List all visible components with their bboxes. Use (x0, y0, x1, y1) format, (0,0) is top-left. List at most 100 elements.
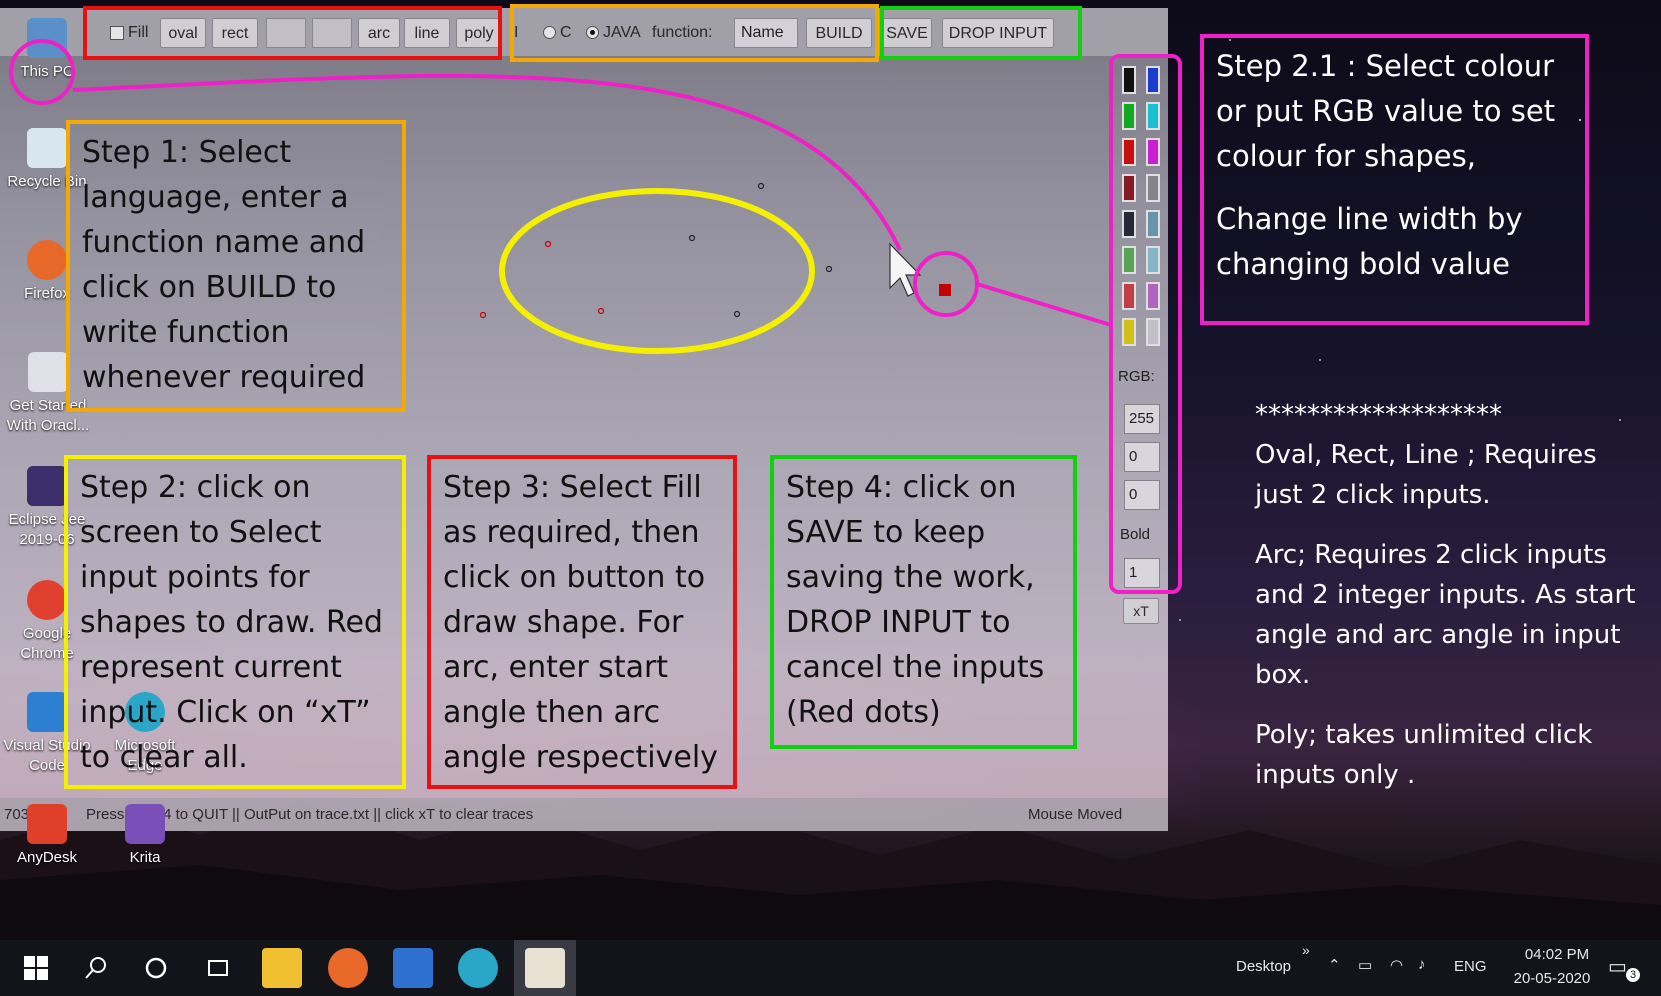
colour-swatch[interactable] (1122, 210, 1136, 238)
function-label: function: (652, 24, 713, 41)
firefox-taskbar-icon[interactable] (328, 948, 368, 988)
krita-icon (125, 804, 165, 844)
recycle-bin-icon (27, 128, 67, 168)
clock-date[interactable]: 20-05-2020 (1502, 970, 1602, 987)
colour-swatch[interactable] (1122, 282, 1136, 310)
java-icon (525, 948, 565, 988)
java-app-taskbar-button[interactable] (514, 940, 576, 996)
note-oval-rect-line: Oval, Rect, Line ; Requires just 2 click… (1255, 440, 1597, 510)
note-poly: Poly; takes unlimited click inputs only … (1255, 720, 1593, 790)
fill-label: Fill (128, 24, 149, 41)
step21-annotation: Step 2.1 : Select colour or put RGB valu… (1200, 34, 1589, 325)
colour-swatch[interactable] (1122, 174, 1136, 202)
volume-icon[interactable]: ♪ (1418, 956, 1426, 973)
taskbar: Desktop » ⌃ ▭ ◠ ♪ ENG 04:02 PM 20-05-202… (0, 940, 1661, 996)
eclipse-icon (27, 466, 67, 506)
lang-c-radio[interactable]: C (543, 18, 572, 48)
step3-annotation: Step 3: Select Fill as required, then cl… (427, 455, 737, 789)
search-icon[interactable] (76, 948, 116, 988)
step21b-text: Change line width by changing bold value (1216, 202, 1523, 281)
notification-badge: 3 (1626, 968, 1640, 982)
colour-swatch[interactable] (1122, 138, 1136, 166)
blue-value-input[interactable]: 0 (1124, 480, 1160, 510)
toolbar-separator: I (514, 24, 519, 41)
input-point (825, 265, 833, 273)
desktop-icon-label: AnyDesk (16, 849, 78, 866)
colour-swatch[interactable] (1122, 66, 1136, 94)
drop-input-button[interactable]: DROP INPUT (942, 18, 1054, 48)
arc-angle-input[interactable] (312, 18, 352, 48)
windows-start-icon[interactable] (16, 948, 56, 988)
note-arc: Arc; Requires 2 click inputs and 2 integ… (1255, 540, 1636, 690)
desktop-icon-label: Krita (129, 849, 161, 866)
red-value-input[interactable]: 255 (1124, 404, 1160, 434)
clock-time[interactable]: 04:02 PM (1512, 946, 1602, 963)
toolbar: Fill oval rect arc line poly I C JAVA fu… (0, 8, 1168, 56)
edge-taskbar-icon[interactable] (458, 948, 498, 988)
chrome-icon (27, 580, 67, 620)
notification-icon[interactable]: ▭ (1608, 954, 1627, 979)
build-button[interactable]: BUILD (806, 18, 872, 48)
input-point (544, 240, 552, 248)
chevron-double-right-icon[interactable]: » (1302, 942, 1310, 958)
file-explorer-icon[interactable] (262, 948, 302, 988)
cortana-icon[interactable] (136, 948, 176, 988)
step2-annotation: Step 2: click on screen to Select input … (64, 455, 406, 789)
fill-checkbox-box[interactable] (110, 25, 124, 40)
step1-annotation: Step 1: Select language, enter a functio… (66, 120, 406, 412)
desktop-icon-anydesk[interactable]: AnyDesk (2, 804, 92, 868)
colour-swatch[interactable] (1122, 318, 1136, 346)
colour-swatch[interactable] (1146, 282, 1160, 310)
stars-divider: ******************* (1255, 400, 1502, 430)
battery-icon[interactable]: ▭ (1358, 956, 1372, 974)
green-value-input[interactable]: 0 (1124, 442, 1160, 472)
language-indicator[interactable]: ENG (1454, 958, 1487, 975)
poly-button[interactable]: poly (456, 18, 502, 48)
desktop-icon-label: This PC (20, 63, 74, 80)
oval-button[interactable]: oval (160, 18, 206, 48)
function-name-input[interactable]: Name (734, 18, 798, 48)
bold-value-input[interactable]: 1 (1124, 558, 1160, 588)
step4-annotation: Step 4: click on SAVE to keep saving the… (770, 455, 1077, 749)
desktop-icon-krita[interactable]: Krita (100, 804, 190, 868)
colour-swatch[interactable] (1146, 138, 1160, 166)
clear-traces-button[interactable]: xT (1123, 598, 1159, 624)
desktop-toolbar-label[interactable]: Desktop (1236, 958, 1291, 975)
colour-swatch[interactable] (1146, 318, 1160, 346)
input-point (597, 307, 605, 315)
save-button[interactable]: SAVE (882, 18, 932, 48)
firefox-icon (27, 240, 67, 280)
chevron-up-icon[interactable]: ⌃ (1328, 956, 1341, 974)
input-point (688, 234, 696, 242)
radio-java-icon[interactable] (586, 26, 599, 40)
colour-swatch[interactable] (1146, 174, 1160, 202)
fill-checkbox[interactable]: Fill (110, 18, 148, 48)
colour-swatch[interactable] (1146, 246, 1160, 274)
colour-swatch[interactable] (1146, 66, 1160, 94)
rect-button[interactable]: rect (212, 18, 258, 48)
powershell-icon[interactable] (393, 948, 433, 988)
input-point (757, 182, 765, 190)
start-angle-input[interactable] (266, 18, 306, 48)
bold-label: Bold (1120, 526, 1151, 543)
current-input-point (939, 284, 951, 296)
lang-java-radio[interactable]: JAVA (586, 18, 641, 48)
anydesk-icon (27, 804, 67, 844)
arc-button[interactable]: arc (358, 18, 400, 48)
status-event: Mouse Moved (1028, 806, 1123, 823)
colour-swatch[interactable] (1122, 102, 1136, 130)
database-icon (28, 352, 68, 392)
wifi-icon[interactable]: ◠ (1390, 956, 1403, 974)
step21-text: Step 2.1 : Select colour or put RGB valu… (1216, 49, 1556, 173)
colour-palette: RGB: 255 0 0 Bold 1 (1112, 64, 1168, 594)
colour-swatch[interactable] (1146, 210, 1160, 238)
task-view-icon[interactable] (198, 948, 238, 988)
desktop-icon-label: Firefox (24, 285, 70, 302)
colour-swatch[interactable] (1122, 246, 1136, 274)
computer-icon (27, 18, 67, 58)
line-button[interactable]: line (404, 18, 450, 48)
desktop-icon-this-pc[interactable]: This PC (2, 18, 92, 82)
radio-c-icon[interactable] (543, 26, 556, 40)
colour-swatch[interactable] (1146, 102, 1160, 130)
lang-java-label: JAVA (603, 24, 641, 41)
